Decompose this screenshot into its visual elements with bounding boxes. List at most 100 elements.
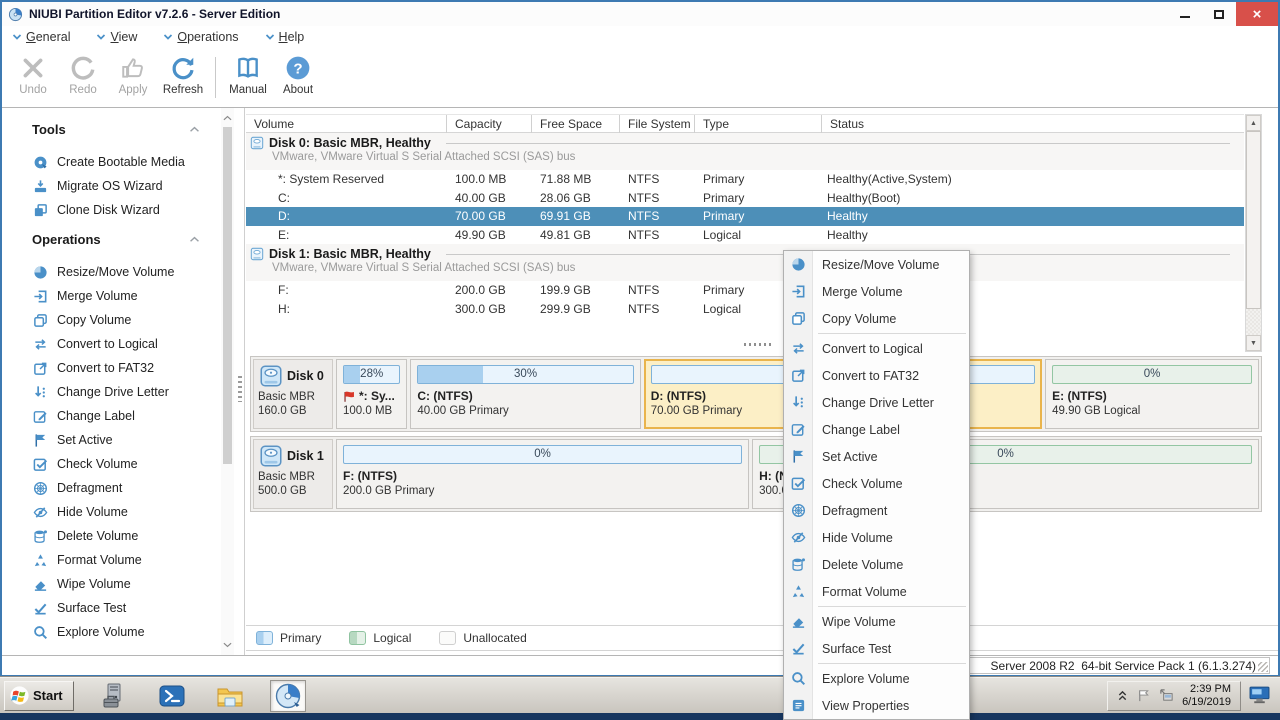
sidebar-item[interactable]: Defragment — [2, 476, 244, 500]
sidebar-item[interactable]: Convert to FAT32 — [2, 356, 244, 380]
context-menu-item[interactable]: Wipe Volume — [784, 608, 969, 635]
sidebar-item[interactable]: Wipe Volume — [2, 572, 244, 596]
context-menu-item[interactable]: Surface Test — [784, 635, 969, 662]
column-header[interactable]: Type — [695, 115, 822, 133]
toolbar-button[interactable]: Refresh — [158, 48, 208, 107]
sidebar-scrollbar[interactable] — [221, 108, 234, 655]
sidebar-item[interactable]: Format Volume — [2, 548, 244, 572]
context-menu-item[interactable]: View Properties — [784, 692, 969, 719]
context-menu-item[interactable]: Format Volume — [784, 578, 969, 605]
clock[interactable]: 2:39 PM 6/19/2019 — [1182, 683, 1231, 709]
context-menu-item[interactable]: Hide Volume — [784, 524, 969, 551]
toolbar: Undo Redo Apply Refresh — [2, 48, 1278, 108]
partition-label: F: (NTFS) — [343, 469, 397, 483]
partition-block[interactable]: 0% F: (NTFS) 200.0 GB Primary — [336, 439, 749, 509]
splitter-handle[interactable] — [744, 343, 772, 346]
partition-block[interactable]: 30% C: (NTFS) 40.00 GB Primary — [410, 359, 640, 429]
toolbar-button[interactable]: Manual — [223, 48, 273, 107]
column-header[interactable]: Status — [822, 115, 990, 133]
context-menu-item[interactable]: Merge Volume — [784, 278, 969, 305]
table-row[interactable]: *: System Reserved 100.0 MB 71.88 MB NTF… — [246, 170, 1244, 189]
sidebar-item[interactable]: Copy Volume — [2, 308, 244, 332]
resize-grip[interactable] — [1258, 662, 1268, 672]
taskbar-app-button[interactable] — [270, 680, 306, 712]
context-menu-item[interactable]: Defragment — [784, 497, 969, 524]
partition-block[interactable]: 0% E: (NTFS) 49.90 GB Logical — [1045, 359, 1259, 429]
context-menu-item[interactable]: Convert to FAT32 — [784, 362, 969, 389]
sidebar-item[interactable]: Explore Volume — [2, 620, 244, 644]
show-hidden-icons-chevron[interactable] — [1117, 689, 1128, 702]
red-flag-icon — [343, 390, 356, 403]
sidebar-item[interactable]: Convert to Logical — [2, 332, 244, 356]
scroll-up-arrow[interactable]: ▲ — [1246, 115, 1261, 131]
context-menu-item[interactable]: Resize/Move Volume — [784, 251, 969, 278]
maximize-button[interactable] — [1202, 2, 1236, 26]
sidebar-item[interactable]: Set Active — [2, 428, 244, 452]
sidebar-item[interactable]: Hide Volume — [2, 500, 244, 524]
sidebar-splitter[interactable] — [238, 376, 242, 402]
taskbar-app-button[interactable] — [212, 680, 248, 712]
scroll-down-icon[interactable] — [222, 639, 233, 651]
sidebar-item-icon — [32, 481, 49, 496]
sidebar-scrollbar-thumb[interactable] — [223, 127, 232, 464]
sidebar-item[interactable]: Change Label — [2, 404, 244, 428]
disk-group-row[interactable]: Disk 0: Basic MBR, Healthy VMware, VMwar… — [246, 133, 1244, 170]
partition-block[interactable]: 28% *: Sy... 100.0 MB — [336, 359, 407, 429]
context-menu-item[interactable]: Change Label — [784, 416, 969, 443]
context-menu-item[interactable]: Copy Volume — [784, 305, 969, 332]
context-menu: Resize/Move Volume Merge Volume Copy Vol… — [783, 250, 970, 720]
context-menu-item[interactable]: Convert to Logical — [784, 335, 969, 362]
column-header[interactable]: Volume — [246, 115, 447, 133]
sidebar-item-icon — [32, 265, 49, 280]
context-menu-item[interactable]: Set Active — [784, 443, 969, 470]
sidebar-item[interactable]: Change Drive Letter — [2, 380, 244, 404]
menu-item[interactable]: Help — [265, 30, 305, 44]
table-row[interactable]: H: 300.0 GB 299.9 GB NTFS Logical Health… — [246, 300, 1244, 319]
table-row[interactable]: C: 40.00 GB 28.06 GB NTFS Primary Health… — [246, 189, 1244, 208]
close-button[interactable]: × — [1236, 2, 1278, 26]
sidebar-item[interactable]: Check Volume — [2, 452, 244, 476]
table-row[interactable]: D: 70.00 GB 69.91 GB NTFS Primary Health… — [246, 207, 1244, 226]
disk-group-row[interactable]: Disk 1: Basic MBR, Healthy VMware, VMwar… — [246, 244, 1244, 281]
toolbar-button[interactable]: Redo — [58, 48, 108, 107]
table-scrollbar[interactable]: ▲ ▼ — [1245, 114, 1262, 352]
sidebar-item[interactable]: Surface Test — [2, 596, 244, 620]
sidebar-item[interactable]: Resize/Move Volume — [2, 260, 244, 284]
sidebar-item[interactable]: Delete Volume — [2, 524, 244, 548]
scroll-up-icon[interactable] — [222, 112, 233, 124]
network-icon[interactable] — [1159, 688, 1174, 703]
column-header[interactable]: File System — [620, 115, 695, 133]
sidebar-section-header[interactable]: Tools — [2, 122, 244, 137]
table-row[interactable]: E: 49.90 GB 49.81 GB NTFS Logical Health… — [246, 226, 1244, 245]
column-header[interactable]: Free Space — [532, 115, 620, 133]
taskbar-app-button[interactable] — [154, 680, 190, 712]
start-button[interactable]: Start — [4, 681, 74, 711]
toolbar-button[interactable]: Undo — [8, 48, 58, 107]
sidebar-item[interactable]: Migrate OS Wizard — [2, 174, 244, 198]
context-menu-item[interactable]: Check Volume — [784, 470, 969, 497]
disk-info[interactable]: Disk 1 Basic MBR 500.0 GB — [253, 439, 333, 509]
disk-info[interactable]: Disk 0 Basic MBR 160.0 GB — [253, 359, 333, 429]
toolbar-button[interactable]: Apply — [108, 48, 158, 107]
toolbar-button[interactable]: ? About — [273, 48, 323, 107]
menu-item[interactable]: Operations — [163, 30, 238, 44]
scroll-down-arrow[interactable]: ▼ — [1246, 335, 1261, 351]
minimize-button[interactable] — [1168, 2, 1202, 26]
context-menu-item[interactable]: Change Drive Letter — [784, 389, 969, 416]
show-desktop-button[interactable] — [1249, 686, 1270, 705]
sidebar-item[interactable]: Clone Disk Wizard — [2, 198, 244, 222]
sidebar-item[interactable]: Create Bootable Media — [2, 150, 244, 174]
table-scrollbar-thumb[interactable] — [1246, 131, 1261, 309]
sidebar-section-header[interactable]: Operations — [2, 232, 244, 247]
taskbar-app-button[interactable] — [96, 680, 132, 712]
action-center-flag-icon[interactable] — [1136, 688, 1151, 703]
menu-item[interactable]: General — [12, 30, 70, 44]
context-menu-item[interactable]: Delete Volume — [784, 551, 969, 578]
context-menu-item[interactable]: Explore Volume — [784, 665, 969, 692]
column-header[interactable]: Capacity — [447, 115, 532, 133]
sidebar-item[interactable]: Merge Volume — [2, 284, 244, 308]
table-row[interactable]: F: 200.0 GB 199.9 GB NTFS Primary Health… — [246, 281, 1244, 300]
disk-drive-icon — [258, 363, 284, 389]
collapse-chevron-icon — [189, 126, 200, 133]
menu-item[interactable]: View — [96, 30, 137, 44]
